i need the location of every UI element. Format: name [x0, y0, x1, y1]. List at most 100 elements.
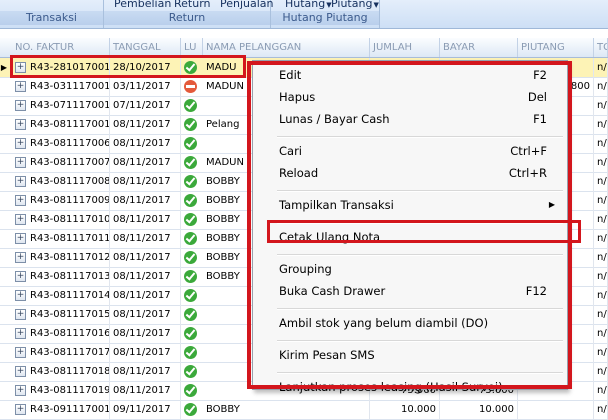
status-check-icon — [184, 365, 197, 378]
hutang-button[interactable]: Hutang▼ — [285, 0, 332, 10]
menu-item-hapus[interactable]: Hapus Del — [253, 87, 567, 107]
expand-row-icon[interactable]: + — [15, 309, 26, 320]
expand-row-icon[interactable]: + — [15, 290, 26, 301]
expand-row-icon[interactable]: + — [15, 385, 26, 396]
status-check-icon — [184, 251, 197, 264]
cell-faktur: R43-091117001 — [27, 400, 110, 419]
status-check-icon — [184, 213, 197, 226]
menu-item-label: Lunas / Bayar Cash — [279, 112, 390, 126]
ribbon-group-caption: Transaksi — [0, 11, 103, 25]
cell-faktur: R43-281017001 — [27, 58, 110, 77]
return-button[interactable]: Return — [174, 0, 211, 10]
expand-row-icon[interactable]: + — [15, 138, 26, 149]
menu-separator — [277, 340, 563, 342]
menu-item-cari[interactable]: Cari Ctrl+F — [253, 141, 567, 161]
status-check-icon — [184, 270, 197, 283]
cell-tanggal: 07/11/2017 — [110, 96, 181, 115]
expand-row-icon[interactable]: + — [15, 100, 26, 111]
cell-tg: n/ — [594, 305, 608, 324]
cell-tg: n/ — [594, 248, 608, 267]
menu-item-shortcut: Del — [527, 90, 547, 104]
cell-tanggal: 08/11/2017 — [110, 324, 181, 343]
column-header-tg[interactable]: TG — [594, 38, 608, 57]
status-check-icon — [184, 175, 197, 188]
expand-row-icon[interactable]: + — [15, 81, 26, 92]
expand-row-icon[interactable]: + — [15, 233, 26, 244]
cell-faktur: R43-031117001 — [27, 77, 110, 96]
pembelian-button[interactable]: Pembelian — [114, 0, 171, 10]
menu-item-shortcut: Ctrl+R — [508, 166, 547, 180]
menu-item-reload[interactable]: Reload Ctrl+R — [253, 163, 567, 183]
column-header-piutang[interactable]: PIUTANG — [518, 38, 594, 57]
ribbon-group-caption: Hutang Piutang — [271, 11, 379, 25]
cell-faktur: R43-071117001 — [27, 96, 110, 115]
expand-row-icon[interactable]: + — [15, 62, 26, 73]
column-header-bayar[interactable]: BAYAR — [440, 38, 518, 57]
table-row[interactable]: + R43-091117001 09/11/2017 BOBBY 10.000 10.00… — [0, 400, 608, 420]
cell-tg: n/ — [594, 191, 608, 210]
cell-faktur: R43-081117017 — [27, 343, 110, 362]
expand-row-icon[interactable]: + — [15, 157, 26, 168]
cell-tg: n/ — [594, 210, 608, 229]
menu-item-lunas-bayar-cash[interactable]: Lunas / Bayar Cash F1 — [253, 109, 567, 129]
ribbon-group-transaksi: Transaksi — [0, 0, 104, 28]
cell-tanggal: 08/11/2017 — [110, 362, 181, 381]
cell-tg: n/ — [594, 115, 608, 134]
column-header-lu[interactable]: LU — [181, 38, 203, 57]
cell-tg: n/ — [594, 381, 608, 400]
status-check-icon — [184, 99, 197, 112]
cell-tanggal: 08/11/2017 — [110, 210, 181, 229]
cell-faktur: R43-081117001 — [27, 115, 110, 134]
column-header-jumlah[interactable]: JUMLAH — [370, 38, 440, 57]
cell-faktur: R43-081117007 — [27, 153, 110, 172]
cell-tanggal: 08/11/2017 — [110, 286, 181, 305]
menu-item-lanjutkan-proses-leasing-hasil-survei[interactable]: Lanjutkan proses leasing (Hasil Survei) — [253, 377, 567, 397]
cell-faktur: R43-081117011 — [27, 229, 110, 248]
status-check-icon — [184, 327, 197, 340]
expand-row-icon[interactable]: + — [15, 404, 26, 415]
expand-row-icon[interactable]: + — [15, 119, 26, 130]
cell-tg: n/ — [594, 286, 608, 305]
cell-tanggal: 28/10/2017 — [110, 58, 181, 77]
row-indicator-icon: ▶ — [0, 63, 8, 72]
expand-row-icon[interactable]: + — [15, 214, 26, 225]
expand-row-icon[interactable]: + — [15, 366, 26, 377]
menu-item-grouping[interactable]: Grouping — [253, 259, 567, 279]
menu-item-label: Tampilkan Transaksi — [279, 198, 394, 212]
expand-row-icon[interactable]: + — [15, 195, 26, 206]
column-header-faktur[interactable]: NO. FAKTUR — [12, 38, 110, 57]
menu-separator — [277, 136, 563, 138]
menu-item-kirim-pesan-sms[interactable]: Kirim Pesan SMS — [253, 345, 567, 365]
status-check-icon — [184, 61, 197, 74]
menu-item-ambil-stok-yang-belum-diambil-do[interactable]: Ambil stok yang belum diambil (DO) — [253, 313, 567, 333]
cell-faktur: R43-081117015 — [27, 305, 110, 324]
menu-item-cetak-ulang-nota[interactable]: Cetak Ulang Nota — [253, 227, 567, 247]
expand-row-icon[interactable]: + — [15, 176, 26, 187]
status-check-icon — [184, 384, 197, 397]
menu-item-tampilkan-transaksi[interactable]: Tampilkan Transaksi ▶ — [253, 195, 567, 215]
piutang-button[interactable]: Piutang▼ — [331, 0, 379, 10]
cell-tg: n/ — [594, 324, 608, 343]
expand-row-icon[interactable]: + — [15, 347, 26, 358]
menu-item-buka-cash-drawer[interactable]: Buka Cash Drawer F12 — [253, 281, 567, 301]
menu-separator — [277, 254, 563, 256]
cell-tanggal: 08/11/2017 — [110, 381, 181, 400]
cell-tg: n/ — [594, 172, 608, 191]
menu-item-label: Kirim Pesan SMS — [279, 348, 375, 362]
menu-item-shortcut: Ctrl+F — [510, 144, 547, 158]
expand-row-icon[interactable]: + — [15, 271, 26, 282]
cell-faktur: R43-081117008 — [27, 172, 110, 191]
menu-item-edit[interactable]: Edit F2 — [253, 65, 567, 85]
cell-piutang — [518, 400, 594, 419]
menu-item-label: Cari — [279, 144, 302, 158]
status-check-icon — [184, 232, 197, 245]
cell-tg: n/ — [594, 362, 608, 381]
expand-row-icon[interactable]: + — [15, 252, 26, 263]
column-header-nama[interactable]: NAMA PELANGGAN — [203, 38, 370, 57]
cell-tg: n/ — [594, 153, 608, 172]
penjualan-button[interactable]: Penjualan — [220, 0, 274, 10]
cell-tanggal: 08/11/2017 — [110, 134, 181, 153]
cell-tanggal: 08/11/2017 — [110, 191, 181, 210]
expand-row-icon[interactable]: + — [15, 328, 26, 339]
column-header-tanggal[interactable]: TANGGAL — [110, 38, 181, 57]
